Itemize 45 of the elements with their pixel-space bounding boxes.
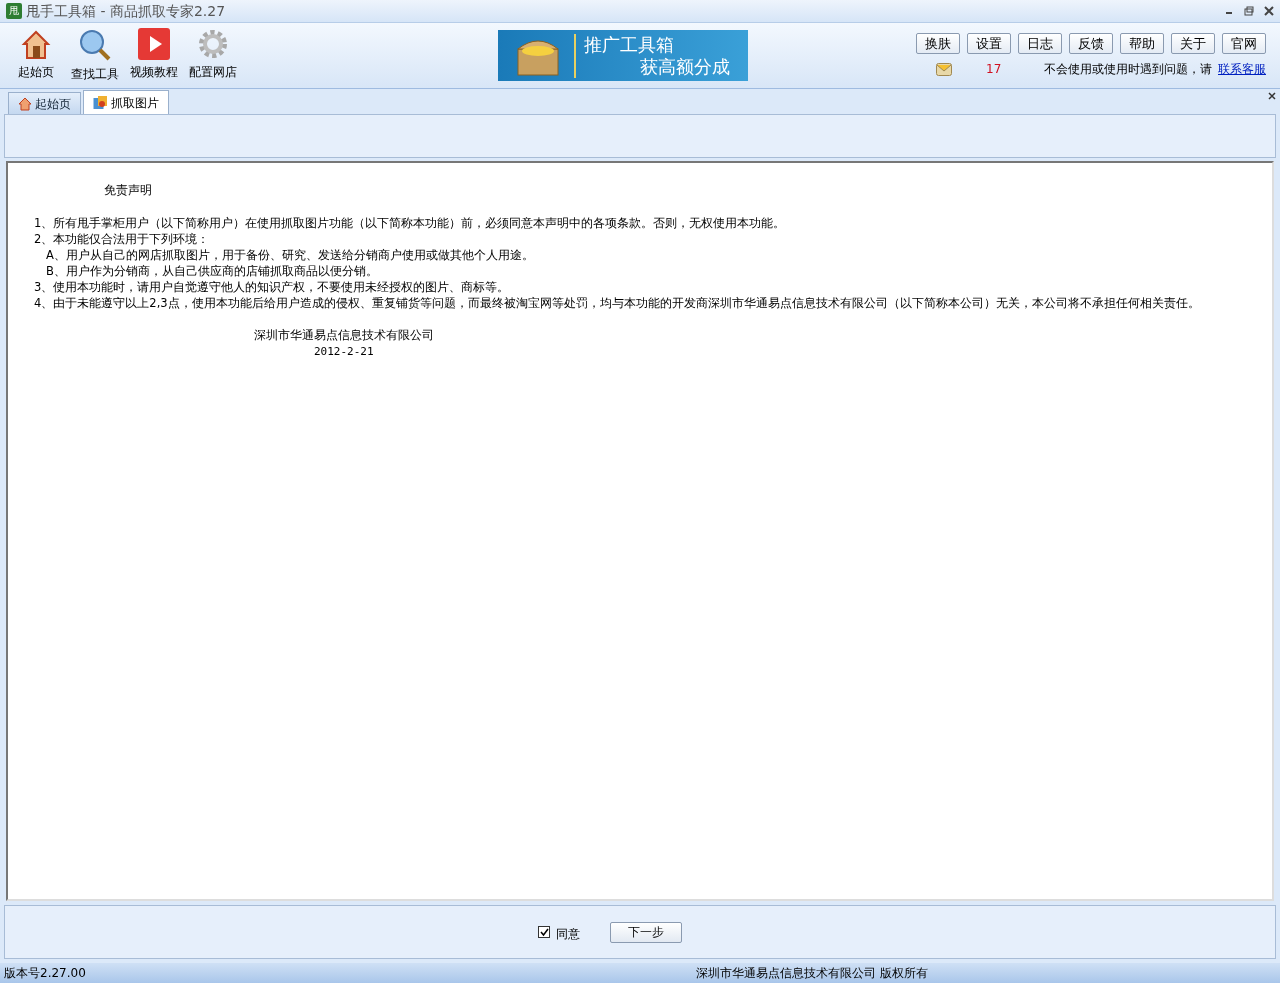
disclaimer-clause: A、用户从自己的网店抓取图片，用于备份、研究、发送给分销商户使用或做其他个人用途。 bbox=[45, 247, 535, 263]
message-count: 17 bbox=[986, 61, 1002, 78]
toolbar-button[interactable]: 起始页 bbox=[8, 28, 63, 83]
header-button[interactable]: 反馈 bbox=[1069, 33, 1113, 54]
header-button[interactable]: 官网 bbox=[1222, 33, 1266, 54]
house-icon bbox=[18, 96, 32, 111]
contact-support-link[interactable]: 联系客服 bbox=[1218, 60, 1266, 78]
toolbar-button[interactable]: 查找工具 bbox=[67, 28, 122, 83]
tab[interactable]: 抓取图片 bbox=[83, 90, 169, 114]
toolbar-button[interactable]: 配置网店 bbox=[185, 28, 240, 83]
disclaimer-title: 免责声明 bbox=[103, 182, 153, 199]
agree-checkbox[interactable]: 同意 bbox=[538, 921, 580, 943]
close-icon[interactable] bbox=[1268, 92, 1276, 100]
company-name: 深圳市华通易点信息技术有限公司 bbox=[253, 327, 435, 344]
envelope-icon[interactable] bbox=[936, 62, 952, 76]
header-button[interactable]: 关于 bbox=[1171, 33, 1215, 54]
disclaimer-clause: 3、使用本功能时，请用户自觉遵守他人的知识产权，不要使用未经授权的图片、商标等。 bbox=[33, 279, 511, 295]
checkmark-icon bbox=[539, 927, 549, 937]
header-button[interactable]: 设置 bbox=[967, 33, 1011, 54]
disclaimer-clause: B、用户作为分销商，从自己供应商的店铺抓取商品以便分销。 bbox=[45, 263, 379, 279]
header-button[interactable]: 帮助 bbox=[1120, 33, 1164, 54]
copyright-text: 深圳市华通易点信息技术有限公司 版权所有 bbox=[695, 965, 928, 982]
picture-icon bbox=[93, 95, 108, 110]
disclaimer-clause: 4、由于未能遵守以上2,3点，使用本功能后给用户造成的侵权、重复铺货等问题，而最终被淘宝网等处罚，均与本功能的开发商深圳市华通易点信息技术有限公司（以下简称本公司）无关，本公司将不承担任何相关责任。 bbox=[33, 295, 1201, 311]
help-message: 不会使用或使用时遇到问题，请 bbox=[1044, 61, 1212, 78]
next-step-button[interactable]: 下一步 bbox=[610, 921, 682, 943]
restore-icon[interactable] bbox=[1244, 6, 1254, 16]
header-button[interactable]: 换肤 bbox=[916, 33, 960, 54]
play-icon bbox=[137, 28, 170, 60]
banner-text: 推广工具箱 bbox=[584, 33, 675, 56]
promo-banner[interactable]: 推广工具箱 获高额分成 bbox=[498, 30, 748, 81]
header-button[interactable]: 日志 bbox=[1018, 33, 1062, 54]
gear-icon bbox=[196, 28, 229, 60]
banner-text: 获高额分成 bbox=[639, 55, 730, 78]
version-label: 版本号2.27.00 bbox=[4, 965, 86, 982]
disclaimer-clause: 1、所有甩手掌柜用户（以下简称用户）在使用抓取图片功能（以下简称本功能）前，必须同意本声明中的各项条款。否则，无权使用本功能。 bbox=[33, 215, 787, 231]
disclaimer-date: 2012-2-21 bbox=[313, 344, 375, 361]
close-icon[interactable] bbox=[1264, 6, 1274, 16]
disclaimer-clause: 2、本功能仅合法用于下列环境： bbox=[33, 231, 211, 247]
tab[interactable]: 起始页 bbox=[8, 92, 81, 114]
house-icon bbox=[19, 28, 52, 60]
magnifier-icon bbox=[77, 28, 112, 62]
toolbar-button[interactable]: 视频教程 bbox=[126, 28, 181, 83]
app-logo-icon: 甩 bbox=[6, 3, 22, 19]
window-title: 甩手工具箱 - 商品抓取专家2.27 bbox=[26, 1, 226, 21]
